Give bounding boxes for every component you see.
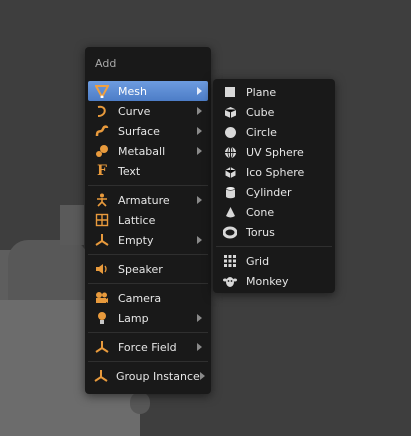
metaball-icon: [94, 143, 110, 159]
submenu-item-plane[interactable]: Plane: [216, 82, 332, 102]
menu-separator: [88, 332, 208, 333]
chevron-right-icon: [197, 127, 202, 135]
menu-item-mesh[interactable]: Mesh: [88, 81, 208, 101]
viewport-object: [130, 392, 150, 414]
lamp-icon: [94, 310, 110, 326]
menu-item-text[interactable]: F Text: [88, 161, 208, 181]
menu-separator: [88, 254, 208, 255]
submenu-item-grid[interactable]: Grid: [216, 251, 332, 271]
text-icon: F: [97, 163, 107, 179]
force-field-icon: [94, 339, 110, 355]
speaker-icon: [94, 261, 110, 277]
chevron-right-icon: [199, 372, 205, 380]
uv-sphere-icon: [222, 144, 238, 160]
submenu-item-torus[interactable]: Torus: [216, 222, 332, 242]
menu-item-lamp[interactable]: Lamp: [88, 308, 208, 328]
empty-icon: [94, 232, 110, 248]
add-menu: Add Mesh Curve Surface Metaball F Text A…: [85, 47, 211, 394]
camera-icon: [94, 290, 110, 306]
menu-item-surface[interactable]: Surface: [88, 121, 208, 141]
menu-item-speaker[interactable]: Speaker: [88, 259, 208, 279]
surface-icon: [94, 123, 110, 139]
curve-icon: [94, 103, 110, 119]
menu-item-camera[interactable]: Camera: [88, 288, 208, 308]
cone-icon: [222, 204, 238, 220]
chevron-right-icon: [197, 236, 202, 244]
chevron-right-icon: [197, 343, 202, 351]
ico-sphere-icon: [222, 164, 238, 180]
viewport-object: [8, 240, 88, 300]
submenu-item-cylinder[interactable]: Cylinder: [216, 182, 332, 202]
submenu-item-circle[interactable]: Circle: [216, 122, 332, 142]
menu-title: Add: [95, 57, 117, 70]
submenu-item-ico-sphere[interactable]: Ico Sphere: [216, 162, 332, 182]
submenu-item-cube[interactable]: Cube: [216, 102, 332, 122]
group-instance-icon: [94, 368, 108, 384]
menu-item-group-instance[interactable]: Group Instance: [88, 366, 208, 386]
plane-icon: [222, 84, 238, 100]
menu-item-force-field[interactable]: Force Field: [88, 337, 208, 357]
submenu-item-monkey[interactable]: Monkey: [216, 271, 332, 291]
menu-item-metaball[interactable]: Metaball: [88, 141, 208, 161]
menu-separator: [88, 361, 208, 362]
armature-icon: [94, 192, 110, 208]
chevron-right-icon: [197, 107, 202, 115]
chevron-right-icon: [197, 87, 202, 95]
menu-item-lattice[interactable]: Lattice: [88, 210, 208, 230]
cylinder-icon: [222, 184, 238, 200]
menu-separator: [88, 283, 208, 284]
submenu-item-uv-sphere[interactable]: UV Sphere: [216, 142, 332, 162]
viewport-object: [60, 205, 84, 245]
menu-item-empty[interactable]: Empty: [88, 230, 208, 250]
chevron-right-icon: [197, 147, 202, 155]
cube-icon: [222, 104, 238, 120]
lattice-icon: [94, 212, 110, 228]
menu-separator: [88, 185, 208, 186]
mesh-submenu: Plane Cube Circle UV Sphere Ico Sphere C…: [213, 79, 335, 293]
torus-icon: [222, 224, 238, 240]
submenu-item-cone[interactable]: Cone: [216, 202, 332, 222]
mesh-icon: [94, 83, 110, 99]
grid-icon: [222, 253, 238, 269]
circle-icon: [222, 124, 238, 140]
chevron-right-icon: [197, 196, 202, 204]
chevron-right-icon: [197, 314, 202, 322]
menu-item-armature[interactable]: Armature: [88, 190, 208, 210]
menu-separator: [216, 246, 332, 247]
monkey-icon: [222, 273, 238, 289]
menu-item-curve[interactable]: Curve: [88, 101, 208, 121]
